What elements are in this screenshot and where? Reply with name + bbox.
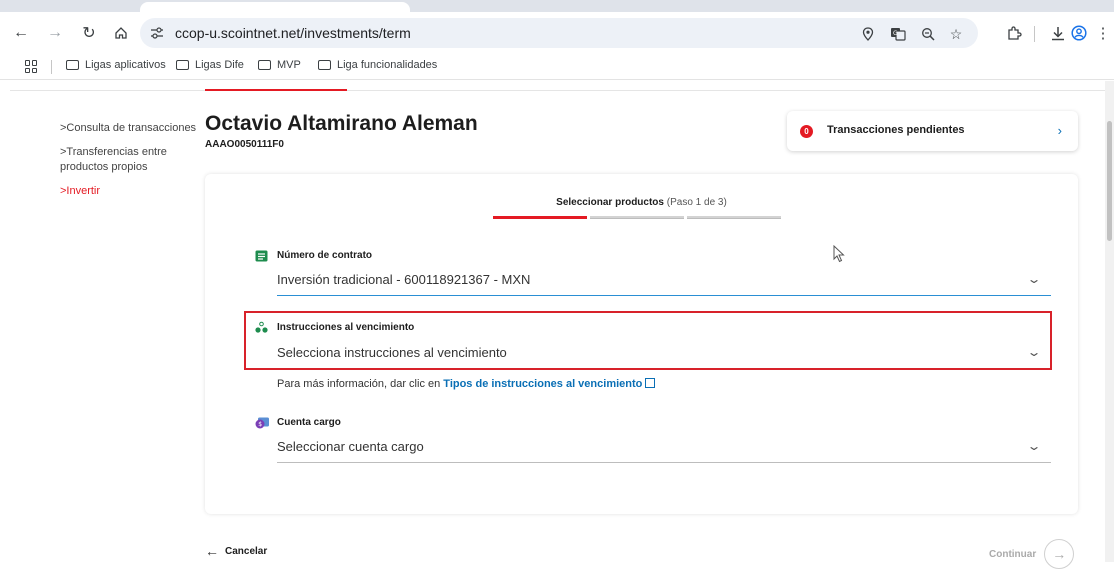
chevron-down-icon[interactable]: ⌄	[1026, 272, 1041, 286]
instructions-label: Instrucciones al vencimiento	[277, 322, 415, 333]
external-link-icon[interactable]	[645, 378, 656, 388]
highlight-annotation-box	[244, 311, 1052, 370]
bookmarks-divider	[51, 60, 52, 74]
profile-icon[interactable]	[1069, 23, 1089, 43]
continue-button[interactable]: Continuar →	[989, 539, 1075, 569]
sidebar-item-consulta[interactable]: >Consulta de transacciones	[60, 121, 200, 136]
account-label: Cuenta cargo	[277, 417, 341, 428]
folder-icon	[66, 60, 79, 70]
bookmark-label: Liga funcionalidades	[337, 59, 438, 71]
bookmark-mvp[interactable]: MVP	[258, 59, 301, 71]
help-text: Para más información, dar clic en Tipos …	[277, 377, 656, 390]
cancel-label: Cancelar	[225, 545, 268, 557]
svg-text:$: $	[258, 421, 262, 428]
step-bar-2	[590, 216, 684, 219]
bookmarks-bar: Ligas aplicativos Ligas Dife MVP Liga fu…	[0, 54, 1114, 80]
tab-strip	[0, 0, 1114, 12]
bookmark-label: Ligas aplicativos	[85, 59, 166, 71]
bookmark-ligas-aplicativos[interactable]: Ligas aplicativos	[66, 59, 166, 71]
site-settings-icon[interactable]	[148, 24, 166, 42]
help-text-prefix: Para más información, dar clic en	[277, 378, 444, 390]
step-bar-3	[687, 216, 781, 219]
back-icon[interactable]: ←	[10, 22, 32, 44]
sidebar-item-transferencias[interactable]: >Transferencias entre productos propios	[60, 145, 170, 175]
menu-icon[interactable]: ⋮	[1093, 23, 1113, 43]
continue-label: Continuar	[989, 548, 1037, 560]
sidebar-item-invertir[interactable]: >Invertir	[60, 184, 200, 199]
folder-icon	[318, 60, 331, 70]
account-underline	[277, 462, 1051, 463]
chevron-down-icon[interactable]: ⌄	[1026, 439, 1041, 453]
location-icon[interactable]	[858, 24, 878, 44]
apps-icon[interactable]	[25, 60, 38, 73]
bookmark-ligas-dife[interactable]: Ligas Dife	[176, 59, 244, 71]
pending-transactions-card[interactable]: 0 Transacciones pendientes ›	[787, 111, 1078, 151]
active-tab[interactable]	[140, 2, 410, 12]
folder-icon	[176, 60, 189, 70]
step-progress-bars	[493, 216, 781, 219]
arrow-left-icon: ←	[205, 543, 219, 559]
chevron-right-icon: ›	[1057, 123, 1062, 138]
contract-icon	[255, 250, 268, 262]
step-bar-1	[493, 216, 587, 219]
url-text[interactable]: ccop-u.scointnet.net/investments/term	[175, 25, 411, 41]
page-content: >Consulta de transacciones >Transferenci…	[0, 81, 1114, 569]
page-scrollbar[interactable]	[1105, 81, 1114, 562]
chevron-down-icon[interactable]: ⌄	[1026, 345, 1041, 359]
bookmark-liga-funcionalidades[interactable]: Liga funcionalidades	[318, 59, 437, 71]
home-icon[interactable]	[110, 22, 132, 44]
download-icon[interactable]	[1048, 23, 1068, 43]
instructions-select[interactable]: Selecciona instrucciones al vencimiento	[277, 345, 507, 360]
client-code: AAAO0050111F0	[205, 139, 284, 150]
folder-icon	[258, 60, 271, 70]
contract-underline	[277, 295, 1051, 296]
star-icon[interactable]: ☆	[946, 24, 966, 44]
bookmark-label: MVP	[277, 59, 301, 71]
contract-select[interactable]: Inversión tradicional - 600118921367 - M…	[277, 272, 530, 287]
step-progress: (Paso 1 de 3)	[666, 197, 727, 208]
translate-icon[interactable]: G	[888, 24, 908, 44]
browser-toolbar: ← → ↻ ccop-u.scointnet.net/investments/t…	[0, 12, 1114, 54]
extensions-icon[interactable]	[1004, 23, 1024, 43]
step-title: Seleccionar productos (Paso 1 de 3)	[205, 197, 1078, 208]
instructions-types-link[interactable]: Tipos de instrucciones al vencimiento	[443, 378, 642, 390]
address-bar[interactable]: ccop-u.scointnet.net/investments/term G …	[140, 18, 978, 48]
contract-label: Número de contrato	[277, 250, 373, 261]
svg-text:G: G	[893, 30, 898, 37]
toolbar-divider	[1034, 26, 1035, 42]
plant-icon	[255, 321, 268, 333]
scrollbar-thumb[interactable]	[1107, 121, 1112, 241]
zoom-icon[interactable]	[918, 24, 938, 44]
wallet-icon: $	[255, 417, 269, 429]
pending-label: Transacciones pendientes	[827, 124, 965, 136]
account-select[interactable]: Seleccionar cuenta cargo	[277, 439, 424, 454]
forward-icon[interactable]: →	[44, 22, 66, 44]
sidebar: >Consulta de transacciones >Transferenci…	[60, 121, 200, 208]
client-name: Octavio Altamirano Aleman	[205, 112, 478, 135]
mouse-cursor-icon	[833, 245, 845, 263]
reload-icon[interactable]: ↻	[78, 22, 100, 44]
cancel-button[interactable]: ← Cancelar	[205, 543, 267, 559]
active-menu-indicator	[205, 89, 347, 91]
bookmark-label: Ligas Dife	[195, 59, 244, 71]
pending-count-badge: 0	[800, 125, 813, 138]
step-name: Seleccionar productos	[556, 197, 664, 208]
investment-form-card: Seleccionar productos (Paso 1 de 3) Núme…	[205, 174, 1078, 514]
header-divider	[10, 90, 1105, 91]
arrow-right-icon: →	[1044, 539, 1075, 569]
